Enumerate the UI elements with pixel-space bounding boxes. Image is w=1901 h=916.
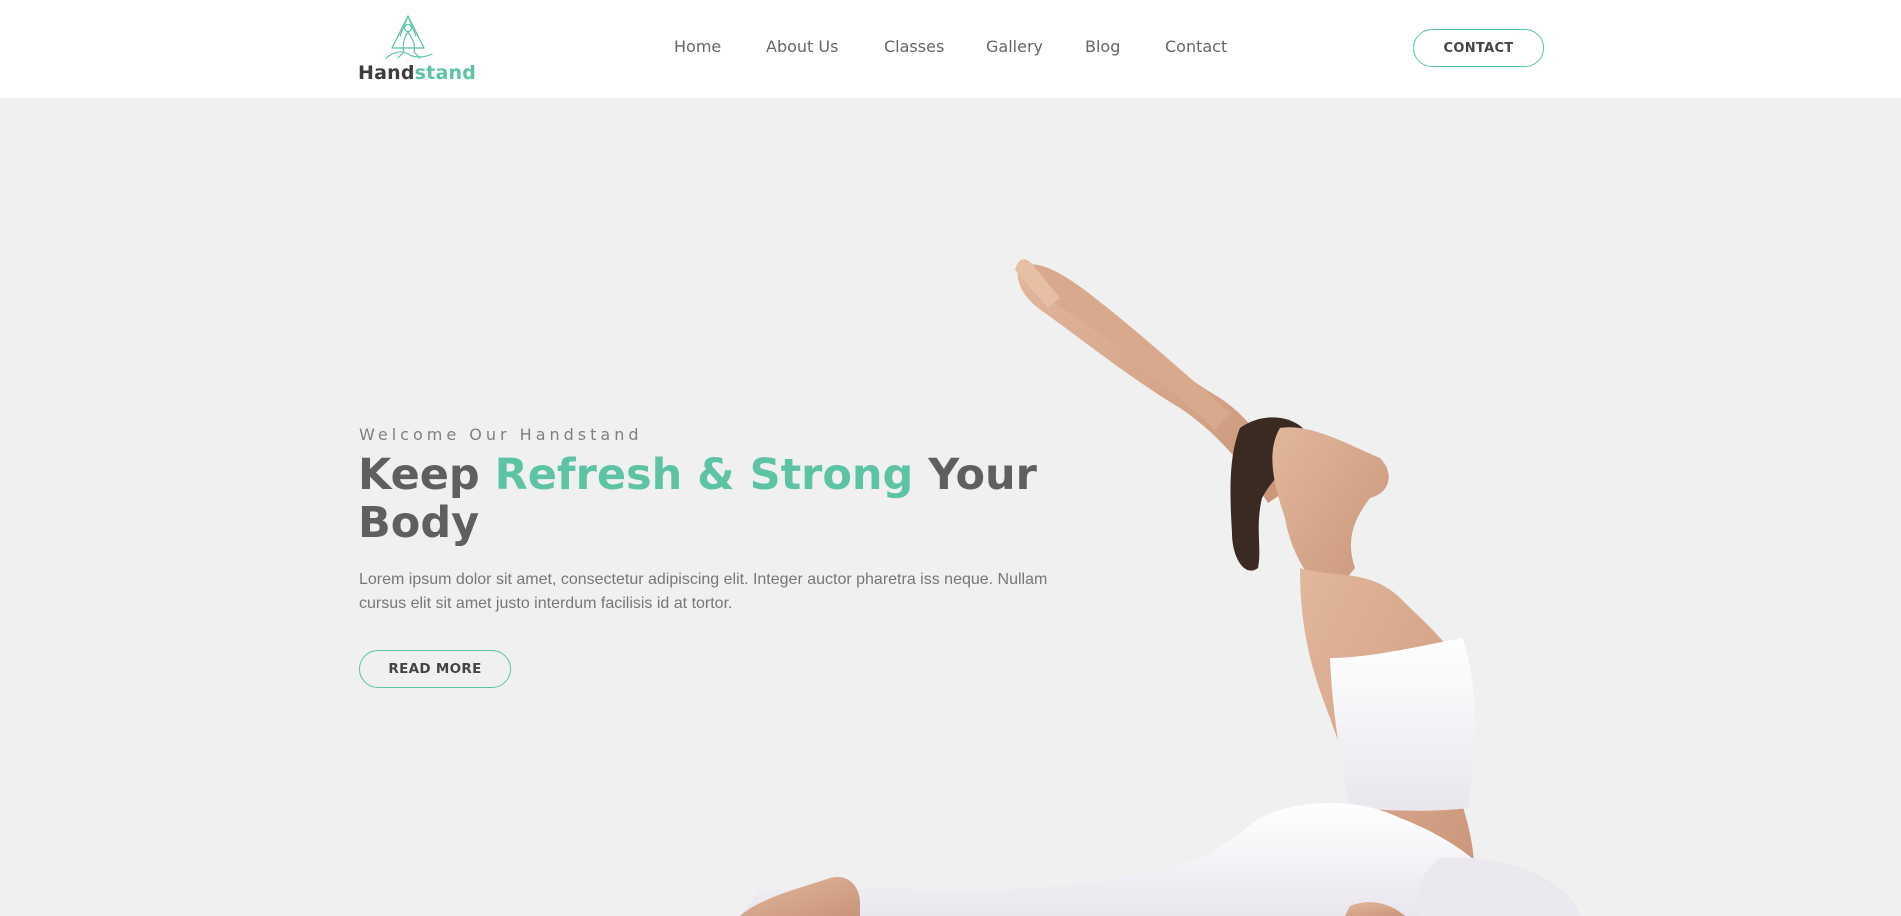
hero-headline: Keep Refresh & Strong Your Body (358, 451, 1058, 547)
nav-item-classes[interactable]: Classes (884, 37, 944, 56)
headline-part1: Keep (358, 450, 495, 500)
yoga-pose-icon (385, 15, 433, 59)
contact-button[interactable]: CONTACT (1413, 29, 1544, 67)
nav-item-contact[interactable]: Contact (1165, 37, 1227, 56)
site-header: Handstand Home About Us Classes Gallery … (0, 0, 1901, 98)
welcome-tagline: Welcome Our Handstand (359, 425, 643, 444)
headline-accent: Refresh & Strong (494, 450, 914, 500)
hero-description: Lorem ipsum dolor sit amet, consectetur … (359, 571, 1048, 612)
logo-text-part1: Hand (358, 62, 415, 84)
nav-item-blog[interactable]: Blog (1085, 37, 1120, 56)
nav-item-home[interactable]: Home (674, 37, 721, 56)
logo[interactable]: Handstand (358, 12, 478, 86)
logo-text: Handstand (358, 62, 476, 84)
logo-text-part2: stand (414, 62, 476, 84)
nav-item-gallery[interactable]: Gallery (986, 37, 1043, 56)
hero-section: Welcome Our Handstand Keep Refresh & Str… (0, 98, 1901, 916)
nav-item-about-us[interactable]: About Us (766, 37, 838, 56)
read-more-button[interactable]: READ MORE (359, 650, 511, 688)
